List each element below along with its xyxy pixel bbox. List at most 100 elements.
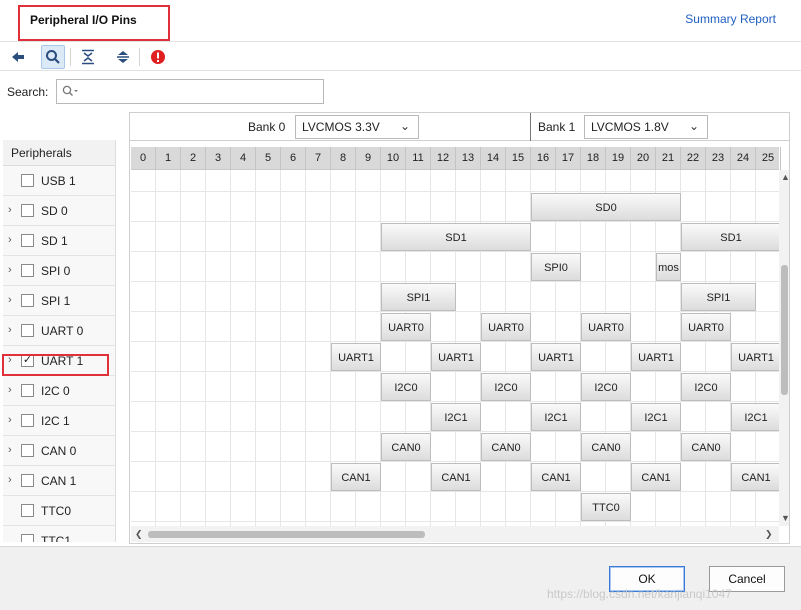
pin-cell[interactable] bbox=[331, 312, 356, 342]
pin-cell[interactable] bbox=[231, 402, 256, 432]
pin-cell[interactable] bbox=[381, 252, 406, 282]
pin-cell[interactable] bbox=[556, 282, 581, 312]
pin-block[interactable]: UART0 bbox=[681, 313, 731, 341]
pin-cell[interactable] bbox=[331, 170, 356, 192]
pin-cell[interactable] bbox=[656, 432, 681, 462]
pin-cell[interactable] bbox=[731, 432, 756, 462]
pin-cell[interactable] bbox=[681, 252, 706, 282]
pin-block[interactable]: UART0 bbox=[381, 313, 431, 341]
pin-cell[interactable] bbox=[481, 192, 506, 222]
pin-cell[interactable] bbox=[306, 342, 331, 372]
pin-cell[interactable] bbox=[706, 342, 731, 372]
pin-cell[interactable] bbox=[756, 170, 779, 192]
pin-cell[interactable] bbox=[531, 492, 556, 522]
pin-cell[interactable] bbox=[356, 252, 381, 282]
sidebar-item[interactable]: › CAN 0 bbox=[3, 436, 115, 466]
chevron-right-icon[interactable]: › bbox=[8, 414, 12, 426]
pin-cell[interactable] bbox=[281, 222, 306, 252]
pin-cell[interactable] bbox=[181, 192, 206, 222]
pin-cell[interactable] bbox=[156, 192, 181, 222]
pin-cell[interactable] bbox=[256, 372, 281, 402]
pin-block[interactable]: UART1 bbox=[631, 343, 681, 371]
pin-block[interactable]: I2C1 bbox=[531, 403, 581, 431]
pin-cell[interactable] bbox=[506, 282, 531, 312]
peripheral-checkbox[interactable] bbox=[21, 474, 34, 487]
pin-cell[interactable] bbox=[306, 432, 331, 462]
peripheral-checkbox[interactable] bbox=[21, 174, 34, 187]
pin-cell[interactable] bbox=[156, 282, 181, 312]
peripheral-checkbox[interactable]: ✓ bbox=[21, 354, 34, 367]
pin-cell[interactable] bbox=[131, 402, 156, 432]
pin-cell[interactable] bbox=[256, 222, 281, 252]
pin-cell[interactable] bbox=[381, 402, 406, 432]
pin-cell[interactable] bbox=[356, 402, 381, 432]
pin-cell[interactable] bbox=[631, 372, 656, 402]
pin-block[interactable]: CAN1 bbox=[331, 463, 381, 491]
pin-cell[interactable] bbox=[756, 192, 779, 222]
pin-cell[interactable] bbox=[331, 222, 356, 252]
pin-cell[interactable] bbox=[481, 342, 506, 372]
pin-cell[interactable] bbox=[731, 192, 756, 222]
pin-cell[interactable] bbox=[281, 462, 306, 492]
pin-cell[interactable] bbox=[606, 402, 631, 432]
pin-cell[interactable] bbox=[656, 282, 681, 312]
pin-block[interactable]: CAN0 bbox=[481, 433, 531, 461]
pin-cell[interactable] bbox=[581, 342, 606, 372]
chevron-right-icon[interactable]: › bbox=[8, 384, 12, 396]
pin-cell[interactable] bbox=[181, 252, 206, 282]
peripheral-checkbox[interactable] bbox=[21, 204, 34, 217]
pin-cell[interactable] bbox=[181, 462, 206, 492]
pin-cell[interactable] bbox=[556, 222, 581, 252]
pin-cell[interactable] bbox=[156, 402, 181, 432]
pin-cell[interactable] bbox=[731, 252, 756, 282]
pin-cell[interactable] bbox=[231, 252, 256, 282]
pin-cell[interactable] bbox=[256, 462, 281, 492]
pin-cell[interactable] bbox=[281, 252, 306, 282]
pin-cell[interactable] bbox=[156, 432, 181, 462]
scroll-up-icon[interactable]: ▲ bbox=[781, 172, 789, 182]
horizontal-scrollbar[interactable]: ❮ ❯ bbox=[131, 526, 779, 542]
pin-cell[interactable] bbox=[356, 432, 381, 462]
pin-cell[interactable] bbox=[581, 282, 606, 312]
pin-cell[interactable] bbox=[606, 252, 631, 282]
pin-block[interactable]: SPI0 bbox=[531, 253, 581, 281]
pin-cell[interactable] bbox=[506, 462, 531, 492]
pin-cell[interactable] bbox=[331, 432, 356, 462]
pin-cell[interactable] bbox=[131, 312, 156, 342]
pin-block[interactable]: CAN0 bbox=[381, 433, 431, 461]
pin-cell[interactable] bbox=[706, 492, 731, 522]
pin-block[interactable]: SD0 bbox=[531, 193, 681, 221]
pin-cell[interactable] bbox=[406, 170, 431, 192]
pin-cell[interactable] bbox=[431, 170, 456, 192]
back-button[interactable] bbox=[6, 45, 30, 69]
pin-cell[interactable] bbox=[131, 462, 156, 492]
pin-cell[interactable] bbox=[356, 312, 381, 342]
pin-cell[interactable] bbox=[556, 170, 581, 192]
pin-cell[interactable] bbox=[281, 282, 306, 312]
pin-cell[interactable] bbox=[131, 222, 156, 252]
pin-cell[interactable] bbox=[131, 432, 156, 462]
sidebar-item[interactable]: › CAN 1 bbox=[3, 466, 115, 496]
pin-block[interactable]: UART0 bbox=[481, 313, 531, 341]
pin-cell[interactable] bbox=[206, 222, 231, 252]
pin-cell[interactable] bbox=[181, 222, 206, 252]
pin-cell[interactable] bbox=[181, 282, 206, 312]
pin-cell[interactable] bbox=[281, 432, 306, 462]
pin-block[interactable]: I2C1 bbox=[731, 403, 779, 431]
pin-block[interactable]: UART0 bbox=[581, 313, 631, 341]
pin-cell[interactable] bbox=[681, 192, 706, 222]
pin-cell[interactable] bbox=[281, 402, 306, 432]
pin-cell[interactable] bbox=[356, 222, 381, 252]
pin-cell[interactable] bbox=[156, 252, 181, 282]
pin-cell[interactable] bbox=[506, 192, 531, 222]
pin-cell[interactable] bbox=[756, 492, 779, 522]
pin-cell[interactable] bbox=[606, 462, 631, 492]
pin-cell[interactable] bbox=[606, 170, 631, 192]
pin-cell[interactable] bbox=[256, 192, 281, 222]
pin-cell[interactable] bbox=[356, 170, 381, 192]
pin-cell[interactable] bbox=[256, 492, 281, 522]
pin-cell[interactable] bbox=[256, 252, 281, 282]
pin-cell[interactable] bbox=[456, 372, 481, 402]
pin-cell[interactable] bbox=[206, 282, 231, 312]
pin-cell[interactable] bbox=[231, 170, 256, 192]
